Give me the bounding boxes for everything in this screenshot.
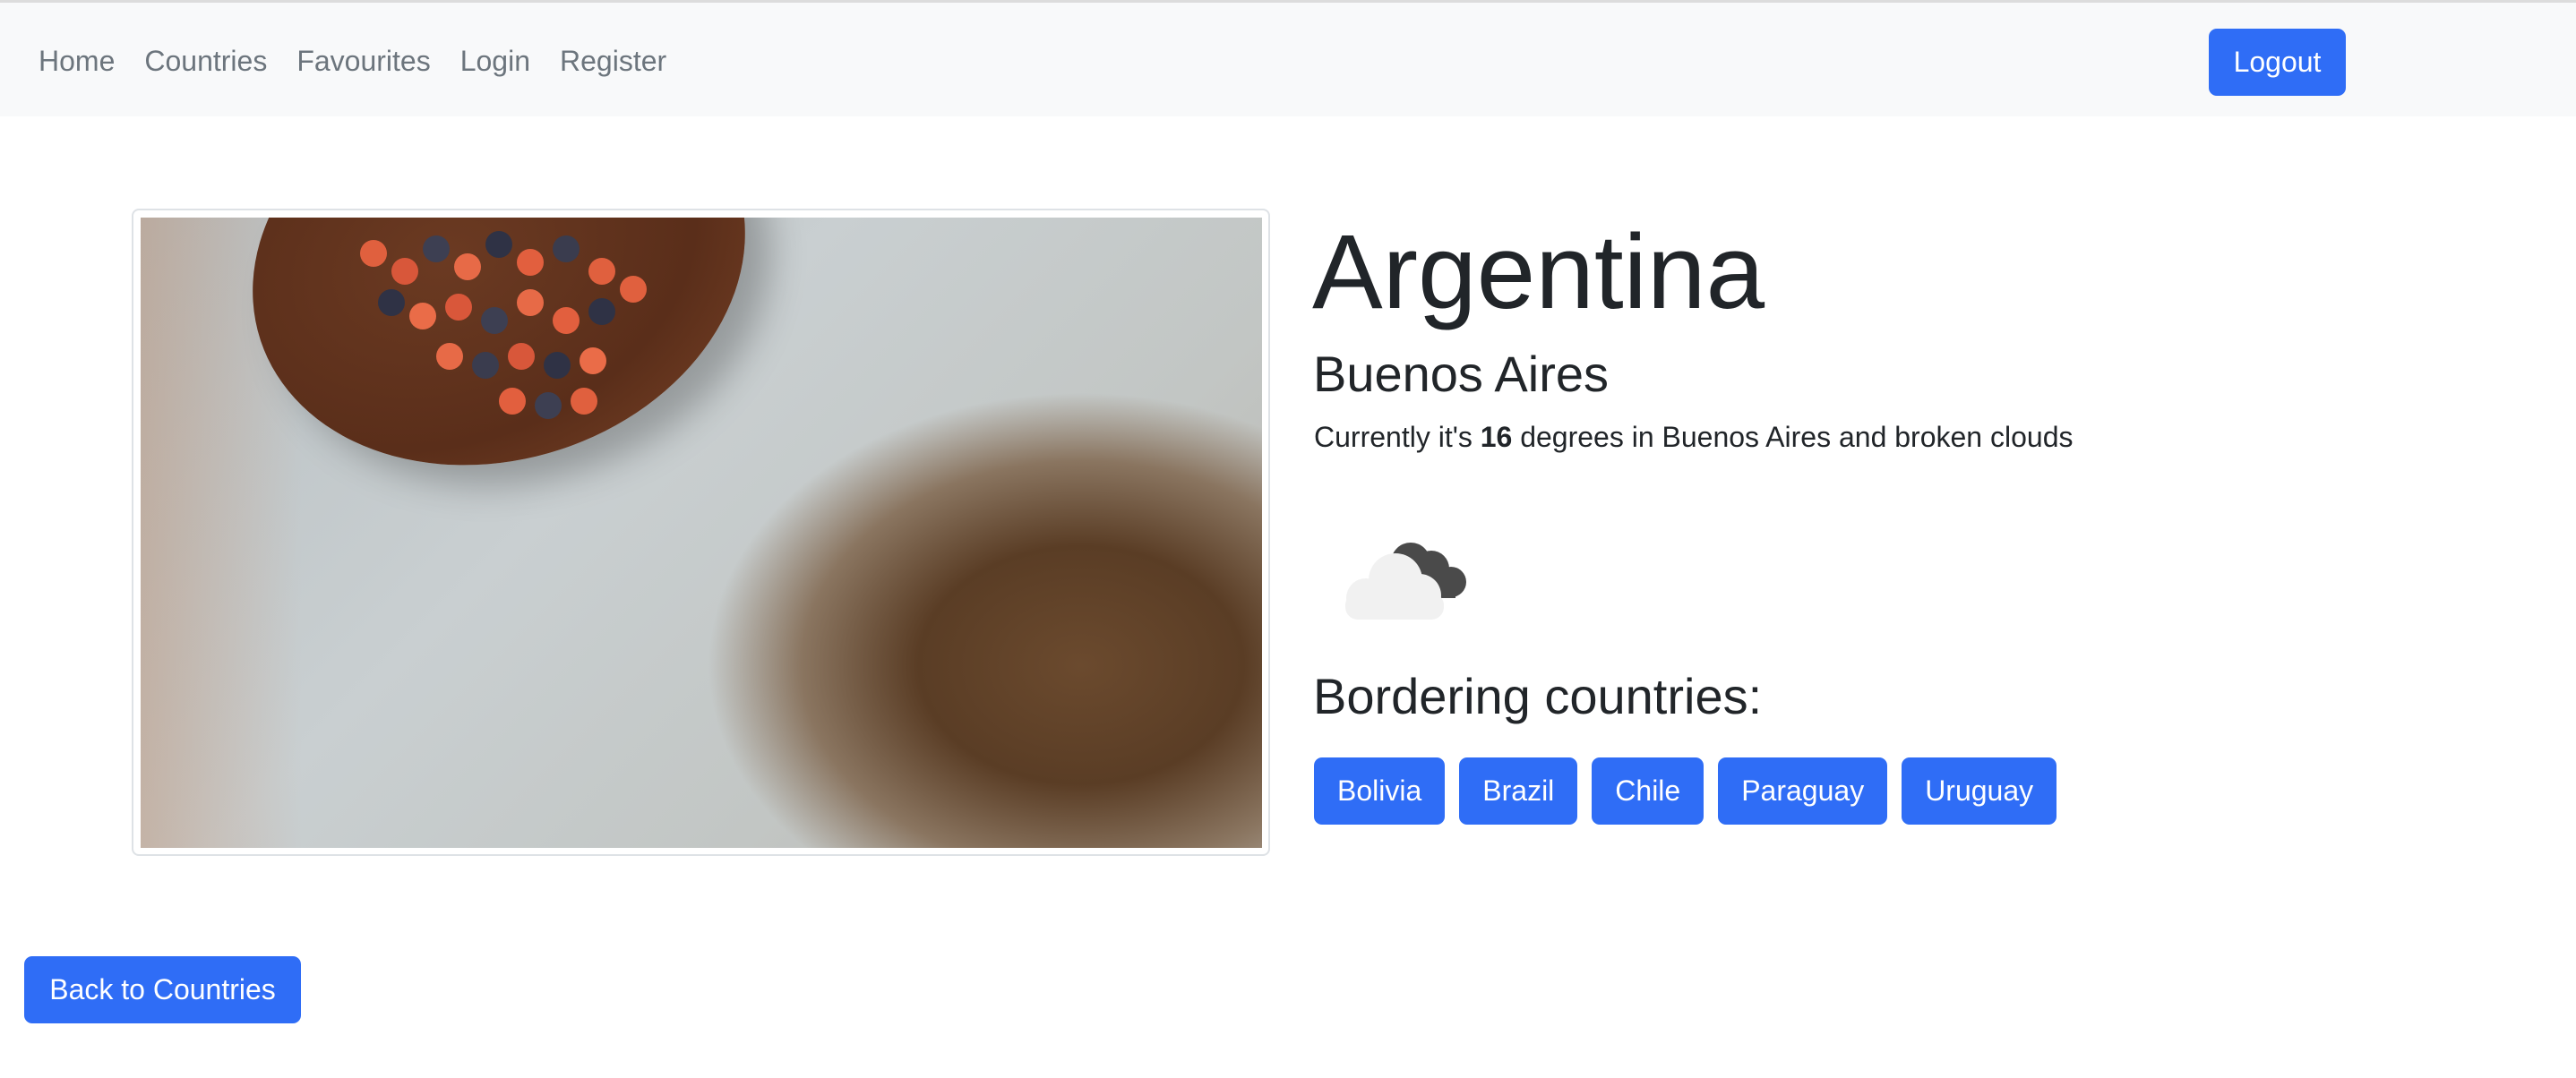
capital-name: Buenos Aires	[1313, 346, 1609, 402]
berry	[588, 258, 615, 285]
nav-link-login[interactable]: Login	[460, 45, 530, 78]
border-country-button-bolivia[interactable]: Bolivia	[1314, 757, 1446, 825]
berry	[517, 249, 544, 276]
berry	[571, 388, 597, 415]
logout-button[interactable]: Logout	[2209, 29, 2346, 96]
berry	[553, 235, 580, 262]
weather-prefix: Currently it's	[1314, 421, 1481, 453]
berry	[499, 388, 526, 415]
weather-suffix: degrees in Buenos Aires and broken cloud…	[1512, 421, 2074, 453]
nav-link-favourites[interactable]: Favourites	[296, 45, 430, 78]
country-image	[141, 218, 1262, 848]
berry	[423, 235, 450, 262]
berry	[409, 303, 436, 329]
berry	[360, 240, 387, 267]
navbar: Home Countries Favourites Login Register…	[0, 0, 2576, 116]
bordering-countries-list: Bolivia Brazil Chile Paraguay Uruguay	[1314, 757, 2057, 825]
berry	[517, 289, 544, 316]
bordering-countries-title: Bordering countries:	[1313, 668, 1763, 724]
berry	[436, 343, 463, 370]
border-country-button-chile[interactable]: Chile	[1592, 757, 1704, 825]
country-image-card	[132, 209, 1270, 856]
berry	[472, 352, 499, 379]
berry	[508, 343, 535, 370]
border-country-button-brazil[interactable]: Brazil	[1459, 757, 1578, 825]
nav-link-home[interactable]: Home	[39, 45, 115, 78]
border-country-button-uruguay[interactable]: Uruguay	[1902, 757, 2057, 825]
temperature-value: 16	[1480, 421, 1513, 453]
nav-link-countries[interactable]: Countries	[144, 45, 267, 78]
berry	[588, 298, 615, 325]
berry	[544, 352, 571, 379]
berry	[481, 307, 508, 334]
berry	[445, 294, 472, 321]
berry	[378, 289, 405, 316]
berry	[620, 276, 647, 303]
berry	[454, 253, 481, 280]
weather-description: Currently it's 16 degrees in Buenos Aire…	[1314, 421, 2073, 454]
berry	[485, 231, 512, 258]
back-to-countries-button[interactable]: Back to Countries	[24, 956, 301, 1023]
berry	[535, 392, 562, 419]
berry	[580, 347, 606, 374]
berry	[553, 307, 580, 334]
broken-clouds-icon	[1335, 528, 1478, 627]
border-country-button-paraguay[interactable]: Paraguay	[1718, 757, 1888, 825]
nav-link-register[interactable]: Register	[560, 45, 666, 78]
berry	[391, 258, 418, 285]
nav-links: Home Countries Favourites Login Register	[39, 3, 666, 119]
country-name: Argentina	[1312, 213, 1765, 331]
